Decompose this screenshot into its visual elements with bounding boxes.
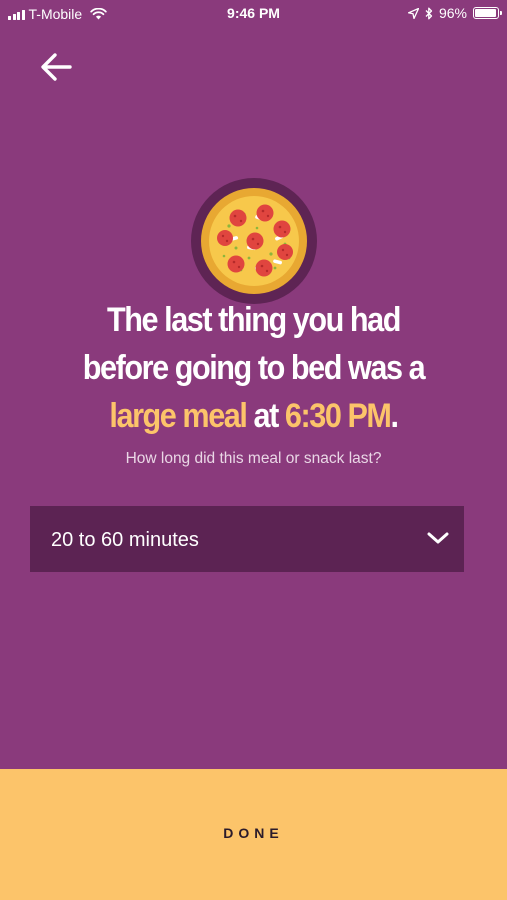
meal-time-highlight: 6:30 PM [284,397,392,435]
pizza-illustration [189,176,319,306]
headline-line-3: large meal at 6:30 PM. [61,392,445,440]
location-arrow-icon [407,7,419,19]
status-bar: T-Mobile 9:46 PM 96% [0,0,507,28]
done-button-label: DONE [223,825,284,841]
dropdown-selected-value: 20 to 60 minutes [51,529,199,551]
meal-duration-dropdown[interactable]: 20 to 60 minutes [30,506,464,572]
pizza-icon [191,178,317,304]
headline-at-word: at [253,397,280,435]
battery-fill [475,9,497,17]
bluetooth-icon [425,7,433,19]
screen: T-Mobile 9:46 PM 96% The last thing you … [0,0,507,900]
meal-size-highlight: large meal [109,397,247,435]
headline-period: . [390,397,398,435]
summary-headline: The last thing you had before going to b… [61,296,445,440]
headline-line-1: The last thing you had [106,301,401,339]
done-button[interactable]: DONE [0,769,507,900]
chevron-down-icon [427,532,449,544]
status-bar-right: 96% [407,5,502,21]
battery-percent: 96% [438,5,467,21]
headline-line-2: before going to bed was a [82,349,426,387]
back-button[interactable] [38,50,76,84]
battery-icon [473,7,502,19]
arrow-left-icon [41,53,72,81]
meal-duration-question: How long did this meal or snack last? [125,450,382,467]
